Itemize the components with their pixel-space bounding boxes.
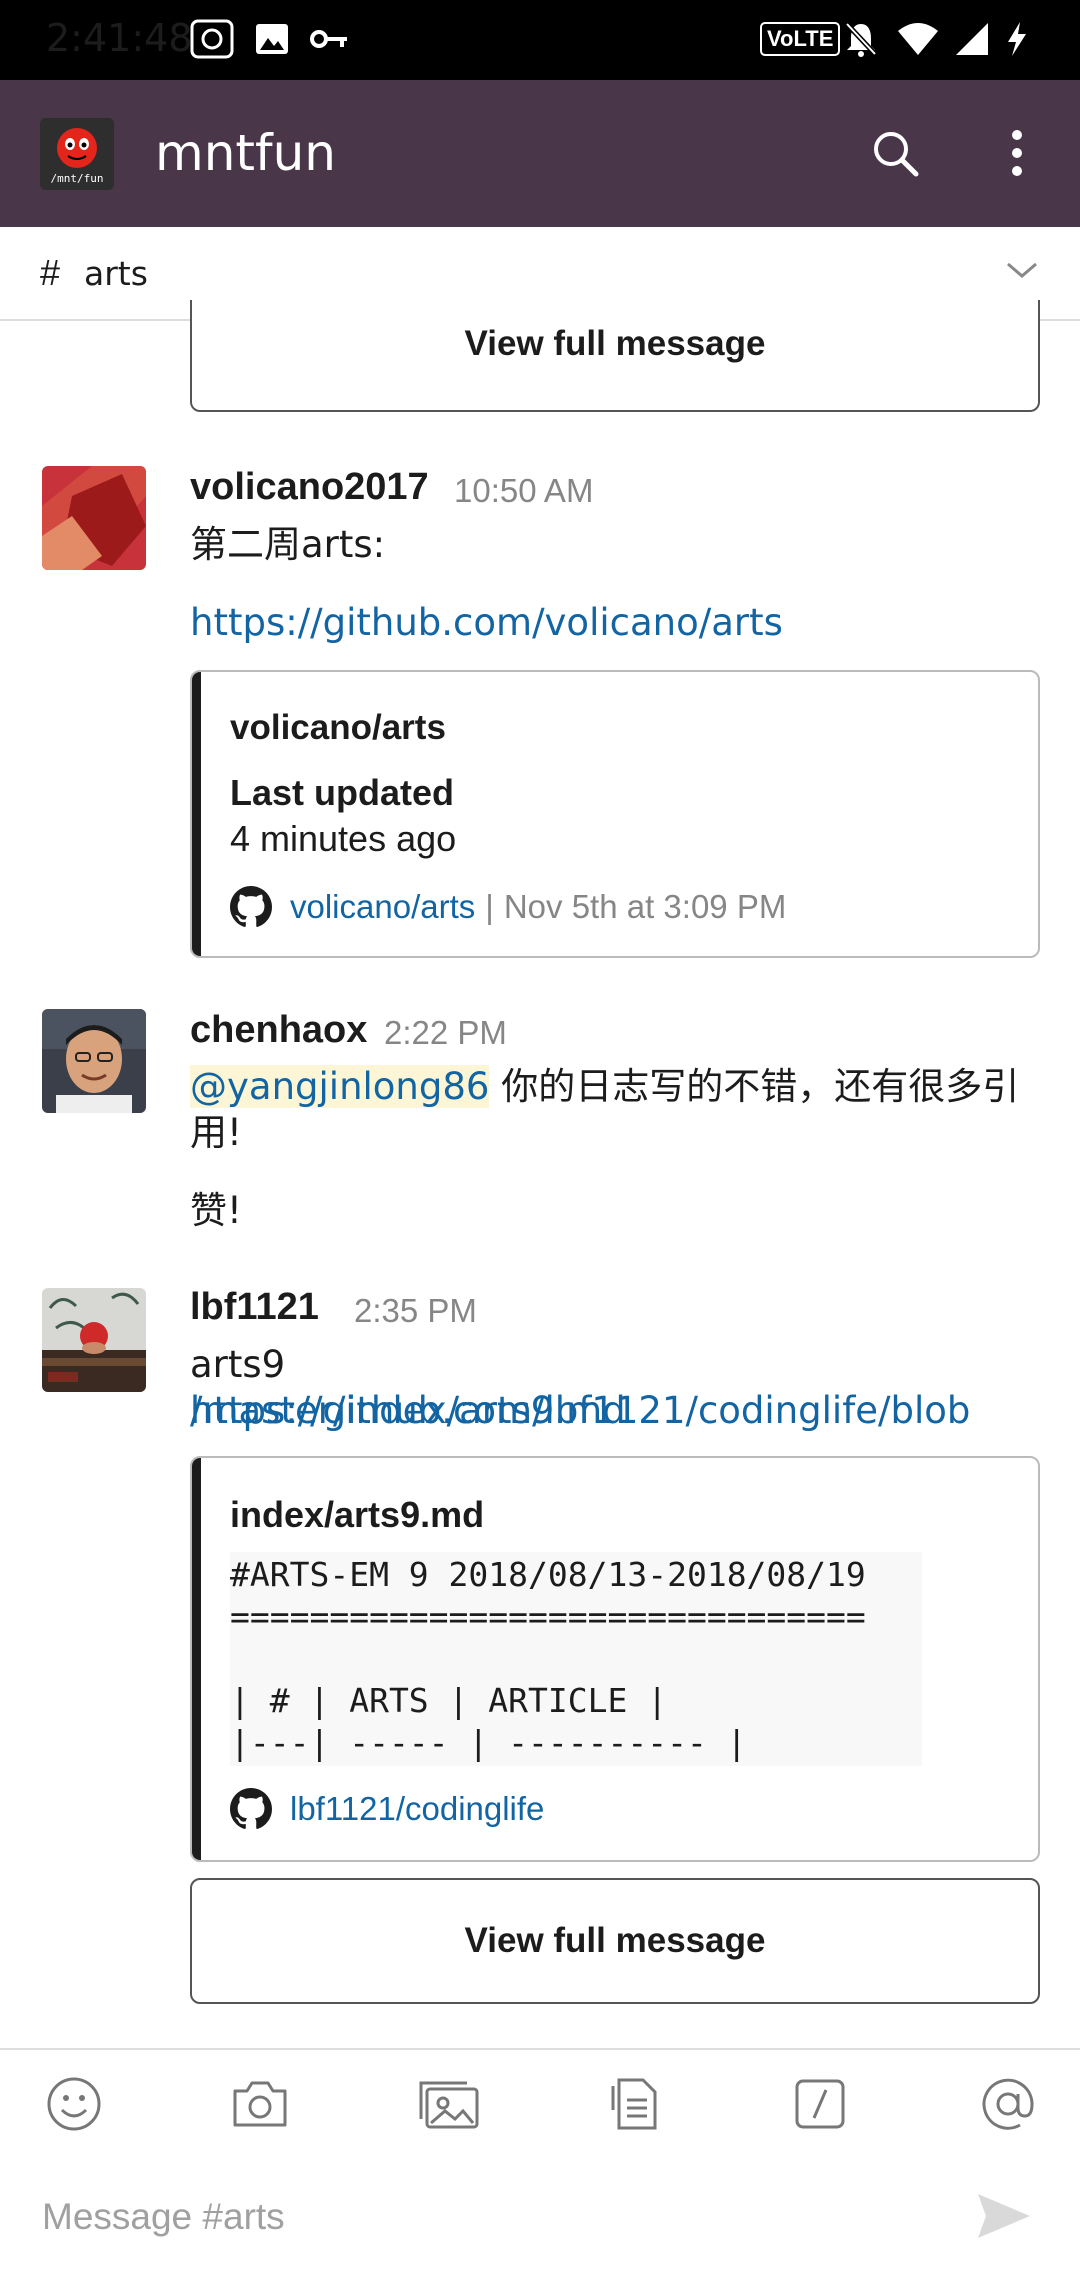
volte-icon: VoLTE <box>760 20 841 58</box>
user-mention[interactable]: @yangjinlong86 <box>190 1065 490 1108</box>
github-icon <box>230 1788 272 1829</box>
attachment-footer-time: Nov 5th at 3:09 PM <box>503 888 787 925</box>
attachment-color-bar <box>192 672 201 956</box>
attachment-field-value: 4 minutes ago <box>230 818 457 859</box>
charging-icon <box>1004 20 1030 58</box>
message-username[interactable]: volicano2017 <box>190 466 429 509</box>
message-text-segment: 你的日志写的不错，还有很多引 <box>489 1065 1020 1108</box>
message-timestamp[interactable]: 2:35 PM <box>354 1292 477 1330</box>
message-username[interactable]: lbf1121 <box>190 1286 319 1329</box>
attachment-footer: volicano/arts | Nov 5th at 3:09 PM <box>230 886 786 928</box>
volte-label: VoLTE <box>760 22 841 56</box>
attachment-color-bar <box>192 1458 201 1860</box>
slash-command-icon[interactable] <box>790 2074 850 2134</box>
message-timestamp[interactable]: 2:22 PM <box>384 1014 507 1052</box>
message-text: 用! <box>190 1111 242 1154</box>
avatar[interactable] <box>42 1288 146 1392</box>
code-line: #ARTS-EM 9 2018/08/13-2018/08/19 <box>230 1555 866 1594</box>
team-logo[interactable]: /mnt/fun <box>40 118 114 190</box>
view-full-message-label: View full message <box>464 324 766 363</box>
signal-icon <box>954 20 990 58</box>
attachment-footer-separator: | <box>485 888 494 925</box>
channel-hash: # <box>40 252 61 293</box>
team-logo-text: /mnt/fun <box>50 172 104 185</box>
message-text-segment: arts9 <box>190 1343 286 1386</box>
message-input[interactable]: Message #arts <box>42 2196 285 2238</box>
avatar[interactable] <box>42 1009 146 1113</box>
link-unfurl-attachment[interactable]: index/arts9.md #ARTS-EM 9 2018/08/13-201… <box>190 1456 1040 1862</box>
send-icon[interactable] <box>976 2192 1032 2245</box>
message-text: @yangjinlong86 你的日志写的不错，还有很多引 <box>190 1064 1040 1110</box>
attachment-field-title: Last updated <box>230 772 455 813</box>
message-link[interactable]: https://github.com/volicano/arts <box>190 600 783 646</box>
bell-off-icon <box>843 20 879 58</box>
more-vert-icon[interactable] <box>990 118 1044 188</box>
attachment-footer-link[interactable]: volicano/arts <box>290 888 475 926</box>
emoji-icon[interactable] <box>44 2074 104 2134</box>
code-line: |---| ----- | ---------- | <box>230 1723 747 1762</box>
team-name[interactable]: mntfun <box>155 124 336 182</box>
avatar-image <box>42 1009 146 1113</box>
message-text: 第二周arts: <box>190 523 386 566</box>
key-icon <box>310 20 350 58</box>
photos-icon[interactable] <box>416 2074 482 2134</box>
search-icon[interactable] <box>860 118 930 188</box>
avatar-image <box>42 1288 146 1392</box>
camera-icon[interactable] <box>230 2074 290 2134</box>
wifi-icon <box>896 20 940 58</box>
view-full-message-label: View full message <box>464 1921 766 1960</box>
code-line: ================================ <box>230 1597 866 1636</box>
message-link[interactable]: /master/index/arts9.md <box>190 1388 626 1434</box>
code-line: | # | ARTS | ARTICLE | <box>230 1681 668 1720</box>
attachment-footer-link[interactable]: lbf1121/codinglife <box>290 1790 544 1828</box>
message-username[interactable]: chenhaox <box>190 1009 367 1052</box>
view-full-message-button[interactable]: View full message <box>190 1878 1040 2004</box>
code-snippet: #ARTS-EM 9 2018/08/13-2018/08/19 ========… <box>230 1552 922 1766</box>
attachment-footer: lbf1121/codinglife <box>230 1788 544 1830</box>
avatar[interactable] <box>42 466 146 570</box>
message-text: 赞! <box>190 1189 242 1232</box>
avatar-image <box>42 466 146 570</box>
channel-name[interactable]: arts <box>84 254 148 293</box>
mention-icon[interactable] <box>978 2074 1038 2134</box>
chevron-down-icon[interactable] <box>1004 258 1040 287</box>
message-timestamp[interactable]: 10:50 AM <box>454 472 593 510</box>
image-icon <box>254 20 290 58</box>
attachment-title: volicano/arts <box>230 708 446 747</box>
status-time: 2:41:48 <box>46 16 193 60</box>
app-icon <box>190 19 234 59</box>
link-unfurl-attachment[interactable]: volicano/arts Last updated 4 minutes ago… <box>190 670 1040 958</box>
message-composer <box>0 2048 1080 2282</box>
file-icon[interactable] <box>604 2074 664 2134</box>
github-icon <box>230 886 272 927</box>
attachment-title[interactable]: index/arts9.md <box>230 1494 484 1536</box>
view-full-message-button[interactable]: View full message <box>190 300 1040 412</box>
